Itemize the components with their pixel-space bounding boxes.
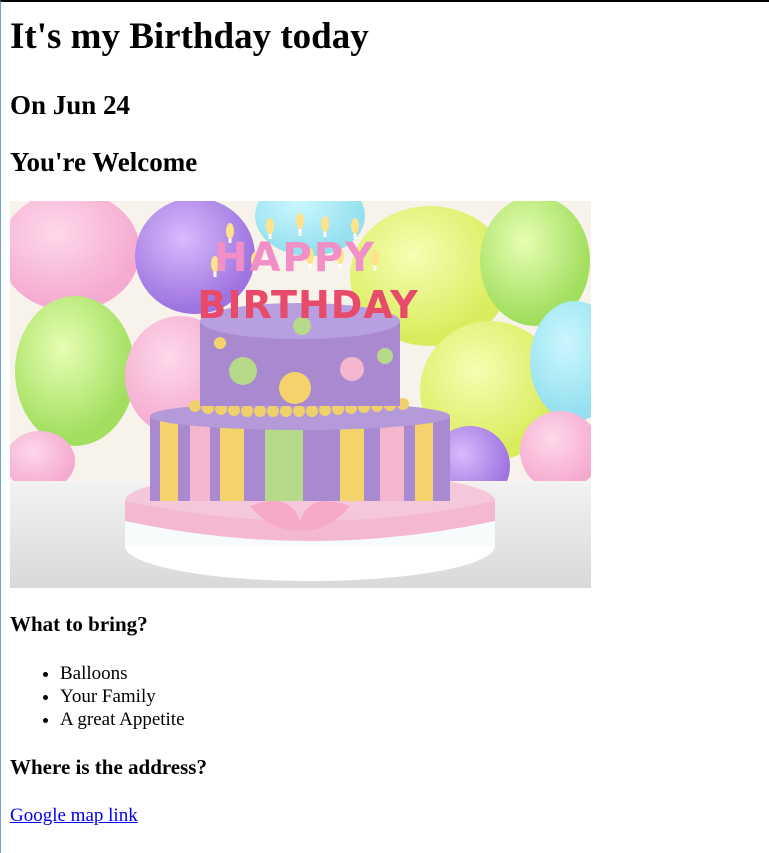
cake-text-birthday: BIRTHDAY [197,283,418,327]
what-to-bring-heading: What to bring? [10,612,148,637]
google-map-link[interactable]: Google map link [10,805,138,827]
page-content: It's my Birthday today On Jun 24 You're … [1,16,769,827]
page-title: It's my Birthday today [10,16,369,57]
cake-text-happy: HAPPY [214,235,376,281]
bring-list: Balloons Your Family A great Appetite [10,662,769,731]
birthday-date: On Jun 24 [10,89,131,120]
bring-item-balloons: Balloons [60,662,769,685]
address-heading: Where is the address? [10,754,207,779]
welcome-heading: You're Welcome [10,146,198,177]
bring-item-family: Your Family [60,685,769,708]
bring-item-appetite: A great Appetite [60,708,769,731]
birthday-cake-image: HAPPY BIRTHDAY [10,201,591,589]
